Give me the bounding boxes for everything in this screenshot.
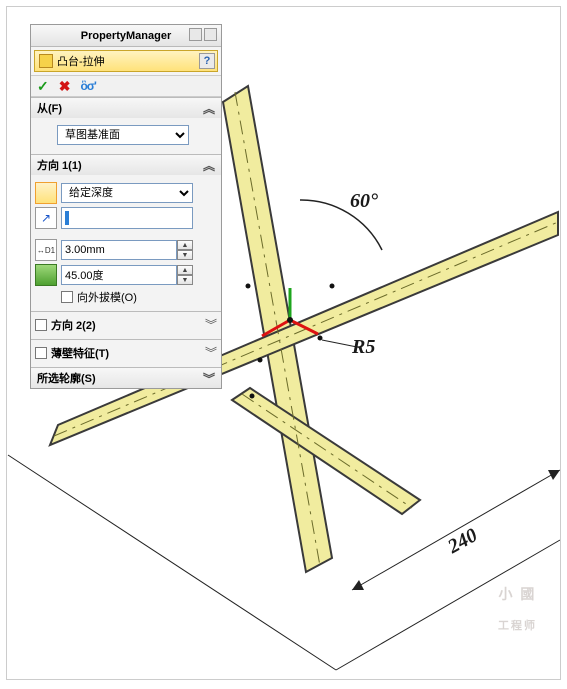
thin-checkbox[interactable] bbox=[35, 347, 47, 359]
dir2-checkbox[interactable] bbox=[35, 319, 47, 331]
draft-outward-checkbox[interactable] bbox=[61, 291, 73, 303]
draft-icon[interactable] bbox=[35, 264, 57, 286]
ok-button[interactable]: ✓ bbox=[37, 78, 49, 95]
draft-outward-label: 向外拔模(O) bbox=[77, 289, 137, 305]
direction-reference-field[interactable] bbox=[61, 207, 193, 229]
extrude-icon bbox=[39, 54, 53, 68]
feature-name-row: 凸台-拉伸 ? bbox=[34, 50, 218, 72]
from-plane-select[interactable]: 草图基准面 bbox=[57, 125, 189, 145]
help-button[interactable]: ? bbox=[199, 53, 215, 69]
section-contours-header[interactable]: 所选轮廓(S) ︾ bbox=[31, 368, 221, 388]
section-dir1-header[interactable]: 方向 1(1) ︽ bbox=[31, 155, 221, 175]
action-row: ✓ ✖ ὃσ' bbox=[31, 75, 221, 97]
detailed-preview-button[interactable]: ὃσ' bbox=[80, 79, 95, 93]
section-dir2: 方向 2(2) ︾ bbox=[31, 311, 221, 339]
draft-input[interactable] bbox=[61, 265, 177, 285]
chevron-down-icon: ︾ bbox=[203, 370, 215, 387]
chevron-up-icon: ︽ bbox=[203, 100, 215, 117]
thin-title[interactable]: 薄壁特征(T) bbox=[51, 345, 201, 361]
cancel-button[interactable]: ✖ bbox=[59, 78, 71, 95]
pin-icon[interactable] bbox=[189, 28, 202, 41]
pm-title-bar: PropertyManager bbox=[31, 25, 221, 47]
draft-down[interactable]: ▼ bbox=[177, 275, 193, 285]
chevron-down-icon: ︾ bbox=[205, 316, 217, 333]
dim-radius[interactable]: R5 bbox=[352, 336, 375, 359]
property-manager-panel: PropertyManager 凸台-拉伸 ? ✓ ✖ ὃσ' 从(F) ︽ 草… bbox=[30, 24, 222, 389]
draft-up[interactable]: ▲ bbox=[177, 265, 193, 275]
section-contours: 所选轮廓(S) ︾ bbox=[31, 367, 221, 388]
end-condition-select[interactable]: 给定深度 bbox=[61, 183, 193, 203]
section-thin: 薄壁特征(T) ︾ bbox=[31, 339, 221, 367]
depth-up[interactable]: ▲ bbox=[177, 240, 193, 250]
direction-arrow-icon[interactable]: ↗ bbox=[35, 207, 57, 229]
reverse-direction-button[interactable] bbox=[35, 182, 57, 204]
depth-icon: ↔D1 bbox=[35, 239, 57, 261]
section-from-header[interactable]: 从(F) ︽ bbox=[31, 98, 221, 118]
chevron-up-icon: ︽ bbox=[203, 157, 215, 174]
feature-name: 凸台-拉伸 bbox=[57, 53, 105, 69]
depth-input[interactable] bbox=[61, 240, 177, 260]
section-dir1: 方向 1(1) ︽ 给定深度 ↗ ↔D1 ▲▼ bbox=[31, 154, 221, 311]
dir2-title[interactable]: 方向 2(2) bbox=[51, 317, 201, 333]
chevron-down-icon: ︾ bbox=[205, 344, 217, 361]
expand-icon[interactable] bbox=[204, 28, 217, 41]
depth-down[interactable]: ▼ bbox=[177, 250, 193, 260]
dim-angle[interactable]: 60° bbox=[350, 190, 378, 213]
pm-title-text: PropertyManager bbox=[81, 30, 171, 42]
section-from: 从(F) ︽ 草图基准面 bbox=[31, 97, 221, 154]
